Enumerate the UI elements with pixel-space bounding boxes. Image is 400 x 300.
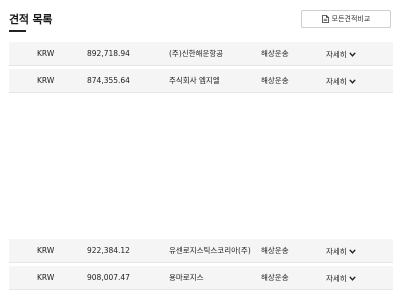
compare-all-quotes-label: 모든견적비교 bbox=[331, 15, 371, 23]
quote-currency: KRW bbox=[37, 76, 55, 85]
quote-row: KRW 874,355.64 주식회사 엠지엘 해상운송 자세히 bbox=[9, 69, 393, 93]
quote-list-header: 견적 목록 모든견적비교 bbox=[0, 0, 400, 34]
quote-amount: 892,718.94 bbox=[87, 49, 130, 58]
chevron-down-icon bbox=[348, 275, 356, 281]
quote-list-top: KRW 892,718.94 (주)신한해운항공 해상운송 자세히 KRW 87… bbox=[9, 42, 393, 96]
quote-row: KRW 908,007.47 용마로지스 해상운송 자세히 bbox=[9, 266, 393, 290]
quote-row: KRW 892,718.94 (주)신한해운항공 해상운송 자세히 bbox=[9, 42, 393, 66]
quote-amount: 922,384.12 bbox=[87, 246, 130, 255]
quote-service-type: 해상운송 bbox=[261, 273, 289, 282]
quote-row: KRW 922,384.12 유센로지스틱스코리아(주) 해상운송 자세히 bbox=[9, 239, 393, 263]
quote-service-type: 해상운송 bbox=[261, 76, 289, 85]
chevron-down-icon bbox=[348, 78, 356, 84]
compare-all-quotes-button[interactable]: 모든견적비교 bbox=[301, 10, 391, 28]
quote-currency: KRW bbox=[37, 49, 55, 58]
quote-detail-label: 자세히 bbox=[326, 76, 347, 86]
chevron-down-icon bbox=[348, 51, 356, 57]
quote-detail-label: 자세히 bbox=[326, 49, 347, 59]
document-icon bbox=[321, 15, 329, 23]
quote-detail-label: 자세히 bbox=[326, 273, 347, 283]
page-title: 견적 목록 bbox=[9, 13, 53, 26]
quote-detail-button[interactable]: 자세히 bbox=[326, 42, 356, 66]
quote-amount: 908,007.47 bbox=[87, 273, 130, 282]
quote-currency: KRW bbox=[37, 273, 55, 282]
quote-detail-label: 자세히 bbox=[326, 246, 347, 256]
chevron-down-icon bbox=[348, 248, 356, 254]
quote-list-bottom: KRW 922,384.12 유센로지스틱스코리아(주) 해상운송 자세히 KR… bbox=[9, 239, 393, 293]
quote-detail-button[interactable]: 자세히 bbox=[326, 266, 356, 290]
quote-currency: KRW bbox=[37, 246, 55, 255]
quote-amount: 874,355.64 bbox=[87, 76, 130, 85]
title-underline bbox=[9, 30, 26, 32]
quote-detail-button[interactable]: 자세히 bbox=[326, 239, 356, 263]
quote-service-type: 해상운송 bbox=[261, 49, 289, 58]
quote-service-type: 해상운송 bbox=[261, 246, 289, 255]
quote-detail-button[interactable]: 자세히 bbox=[326, 69, 356, 93]
